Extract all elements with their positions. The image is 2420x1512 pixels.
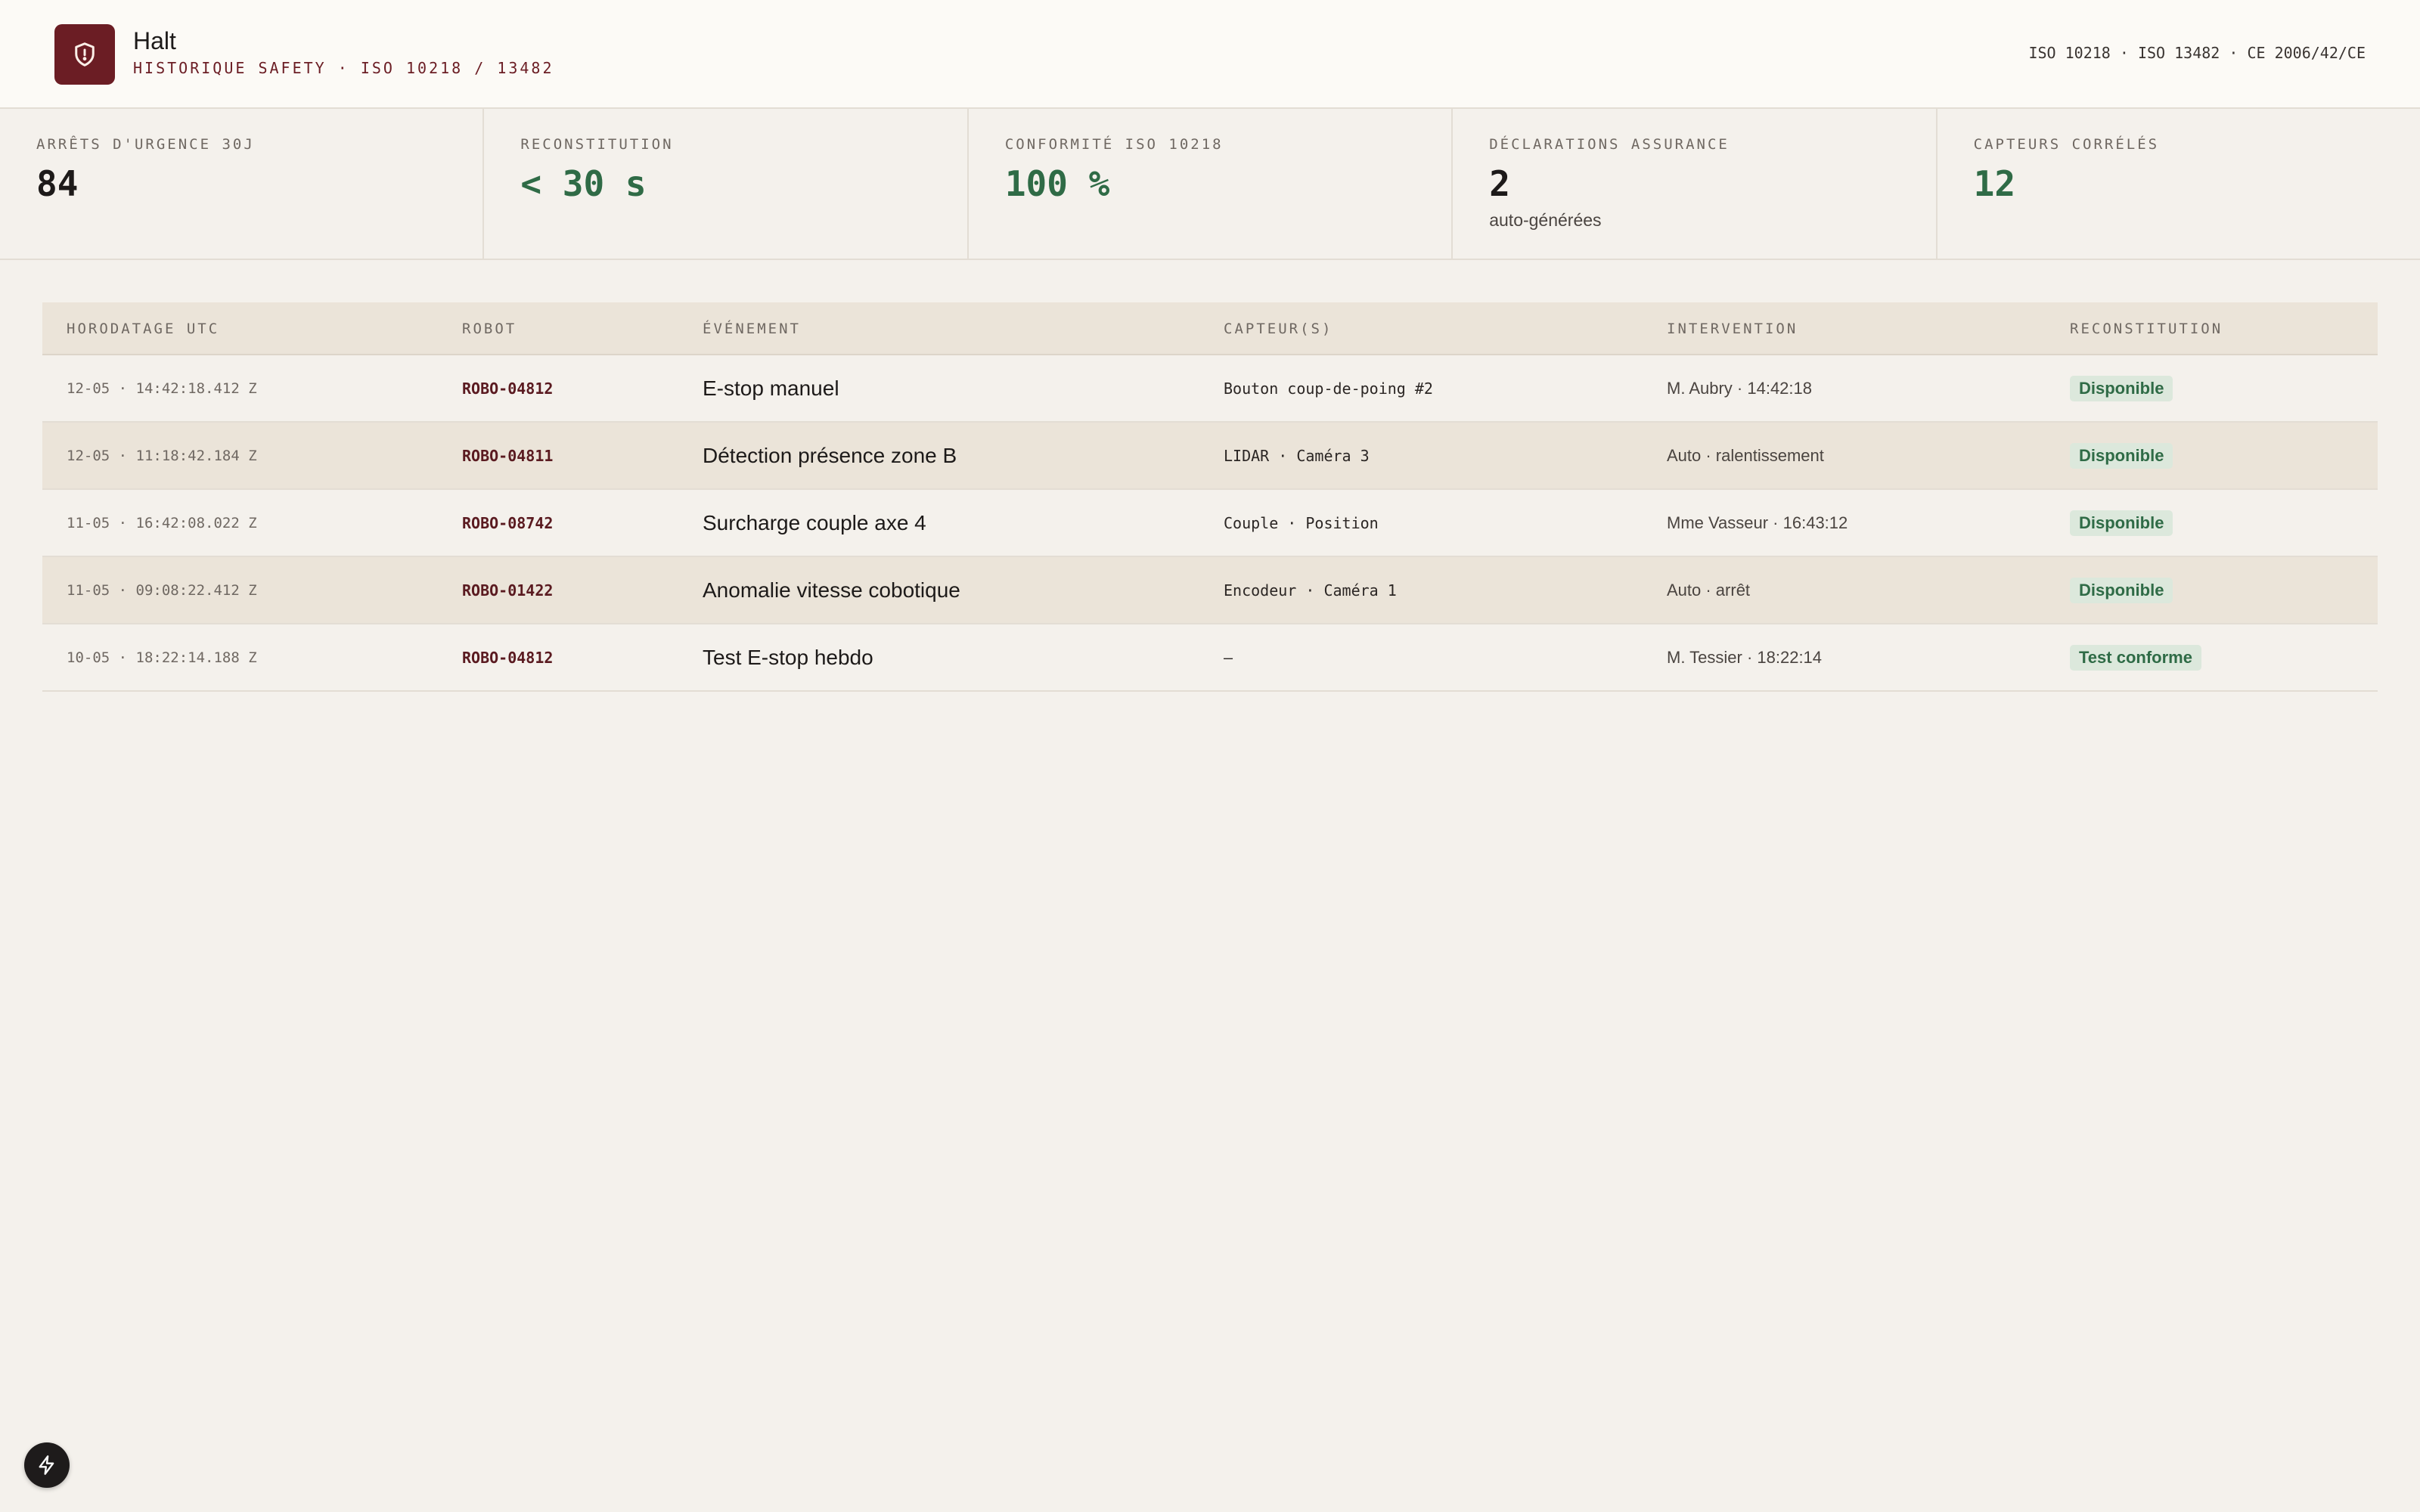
column-header-sensors[interactable]: CAPTEUR(S) bbox=[1224, 321, 1333, 337]
app-header: Halt HISTORIQUE SAFETY · ISO 10218 / 134… bbox=[0, 0, 2420, 109]
table-row[interactable]: 10-05 · 18:22:14.188 Z ROBO-04812 Test E… bbox=[42, 624, 2378, 692]
table-row[interactable]: 12-05 · 11:18:42.184 Z ROBO-04811 Détect… bbox=[42, 423, 2378, 490]
cell-sensors: Couple · Position bbox=[1224, 513, 1379, 532]
cell-reconstitution: Test conforme bbox=[2070, 624, 2201, 690]
stat-label: CAPTEURS CORRÉLÉS bbox=[1973, 136, 2160, 153]
cell-intervention: Auto · arrêt bbox=[1667, 580, 1751, 600]
column-header-robot[interactable]: ROBOT bbox=[462, 321, 517, 337]
status-badge[interactable]: Test conforme bbox=[2070, 644, 2201, 671]
standards-list: ISO 10218 · ISO 13482 · CE 2006/42/CE bbox=[2028, 44, 2366, 62]
stat-correlated-sensors: CAPTEURS CORRÉLÉS 12 bbox=[1938, 109, 2420, 259]
cell-robot[interactable]: ROBO-08742 bbox=[462, 490, 553, 556]
table-row[interactable]: 11-05 · 16:42:08.022 Z ROBO-08742 Surcha… bbox=[42, 490, 2378, 557]
cell-reconstitution: Disponible bbox=[2070, 557, 2173, 623]
cell-event: Anomalie vitesse cobotique bbox=[703, 578, 960, 602]
cell-intervention: Auto · ralentissement bbox=[1667, 445, 1824, 465]
status-badge[interactable]: Disponible bbox=[2070, 510, 2173, 536]
cell-event: Détection présence zone B bbox=[703, 443, 957, 467]
cell-sensors: Bouton coup-de-poing #2 bbox=[1224, 379, 1433, 398]
cell-robot[interactable]: ROBO-04811 bbox=[462, 423, 553, 488]
status-badge[interactable]: Disponible bbox=[2070, 442, 2173, 469]
column-header-timestamp[interactable]: HORODATAGE UTC bbox=[67, 321, 219, 337]
column-header-event[interactable]: ÉVÉNEMENT bbox=[703, 321, 801, 337]
cell-timestamp: 10-05 · 18:22:14.188 Z bbox=[67, 649, 257, 666]
stat-insurance-declarations: DÉCLARATIONS ASSURANCE 2 auto-générées bbox=[1453, 109, 1938, 259]
cell-event: E-stop manuel bbox=[703, 376, 839, 400]
stat-label: ARRÊTS D'URGENCE 30J bbox=[36, 136, 255, 153]
cell-reconstitution: Disponible bbox=[2070, 355, 2173, 421]
cell-robot[interactable]: ROBO-01422 bbox=[462, 557, 553, 623]
column-header-reconstitution[interactable]: RECONSTITUTION bbox=[2070, 321, 2223, 337]
cell-intervention: M. Aubry · 14:42:18 bbox=[1667, 378, 1812, 398]
lightning-icon bbox=[39, 1455, 54, 1475]
cell-intervention: Mme Vasseur · 16:43:12 bbox=[1667, 513, 1848, 532]
cell-intervention: M. Tessier · 18:22:14 bbox=[1667, 647, 1823, 667]
quick-action-button[interactable] bbox=[24, 1442, 70, 1488]
cell-robot[interactable]: ROBO-04812 bbox=[462, 355, 553, 421]
cell-timestamp: 11-05 · 16:42:08.022 Z bbox=[67, 514, 257, 531]
stat-value: 12 bbox=[1973, 163, 2016, 204]
shield-alert-icon bbox=[75, 42, 95, 67]
stat-emergency-stops: ARRÊTS D'URGENCE 30J 84 bbox=[0, 109, 485, 259]
app-title: Halt bbox=[133, 27, 176, 54]
stat-sublabel: auto-générées bbox=[1489, 210, 1602, 230]
cell-reconstitution: Disponible bbox=[2070, 423, 2173, 488]
status-badge[interactable]: Disponible bbox=[2070, 375, 2173, 401]
cell-robot[interactable]: ROBO-04812 bbox=[462, 624, 553, 690]
app-logo[interactable] bbox=[54, 24, 115, 85]
stat-iso-compliance: CONFORMITÉ ISO 10218 100 % bbox=[969, 109, 1454, 259]
cell-sensors: – bbox=[1224, 648, 1233, 667]
stat-value: 2 bbox=[1489, 163, 1510, 204]
stat-label: CONFORMITÉ ISO 10218 bbox=[1004, 136, 1224, 153]
table-row[interactable]: 12-05 · 14:42:18.412 Z ROBO-04812 E-stop… bbox=[42, 355, 2378, 423]
column-header-intervention[interactable]: INTERVENTION bbox=[1667, 321, 1798, 337]
cell-sensors: LIDAR · Caméra 3 bbox=[1224, 446, 1370, 465]
cell-reconstitution: Disponible bbox=[2070, 490, 2173, 556]
cell-event: Test E-stop hebdo bbox=[703, 645, 873, 669]
cell-timestamp: 12-05 · 14:42:18.412 Z bbox=[67, 380, 257, 397]
status-badge[interactable]: Disponible bbox=[2070, 577, 2173, 603]
stat-value: 100 % bbox=[1004, 163, 1110, 204]
stat-label: RECONSTITUTION bbox=[520, 136, 674, 153]
cell-timestamp: 11-05 · 09:08:22.412 Z bbox=[67, 581, 257, 599]
stat-value: < 30 s bbox=[520, 163, 647, 204]
cell-sensors: Encodeur · Caméra 1 bbox=[1224, 581, 1397, 600]
stat-reconstitution: RECONSTITUTION < 30 s bbox=[484, 109, 969, 259]
app-subtitle: HISTORIQUE SAFETY · ISO 10218 / 13482 bbox=[133, 59, 554, 77]
stat-value: 84 bbox=[36, 163, 79, 204]
cell-timestamp: 12-05 · 11:18:42.184 Z bbox=[67, 447, 257, 464]
table-row[interactable]: 11-05 · 09:08:22.412 Z ROBO-01422 Anomal… bbox=[42, 557, 2378, 624]
stats-bar: ARRÊTS D'URGENCE 30J 84 RECONSTITUTION <… bbox=[0, 109, 2420, 260]
cell-event: Surcharge couple axe 4 bbox=[703, 510, 926, 534]
safety-events-table: HORODATAGE UTC ROBOT ÉVÉNEMENT CAPTEUR(S… bbox=[42, 302, 2378, 692]
stat-label: DÉCLARATIONS ASSURANCE bbox=[1489, 136, 1730, 153]
table-header: HORODATAGE UTC ROBOT ÉVÉNEMENT CAPTEUR(S… bbox=[42, 302, 2378, 355]
